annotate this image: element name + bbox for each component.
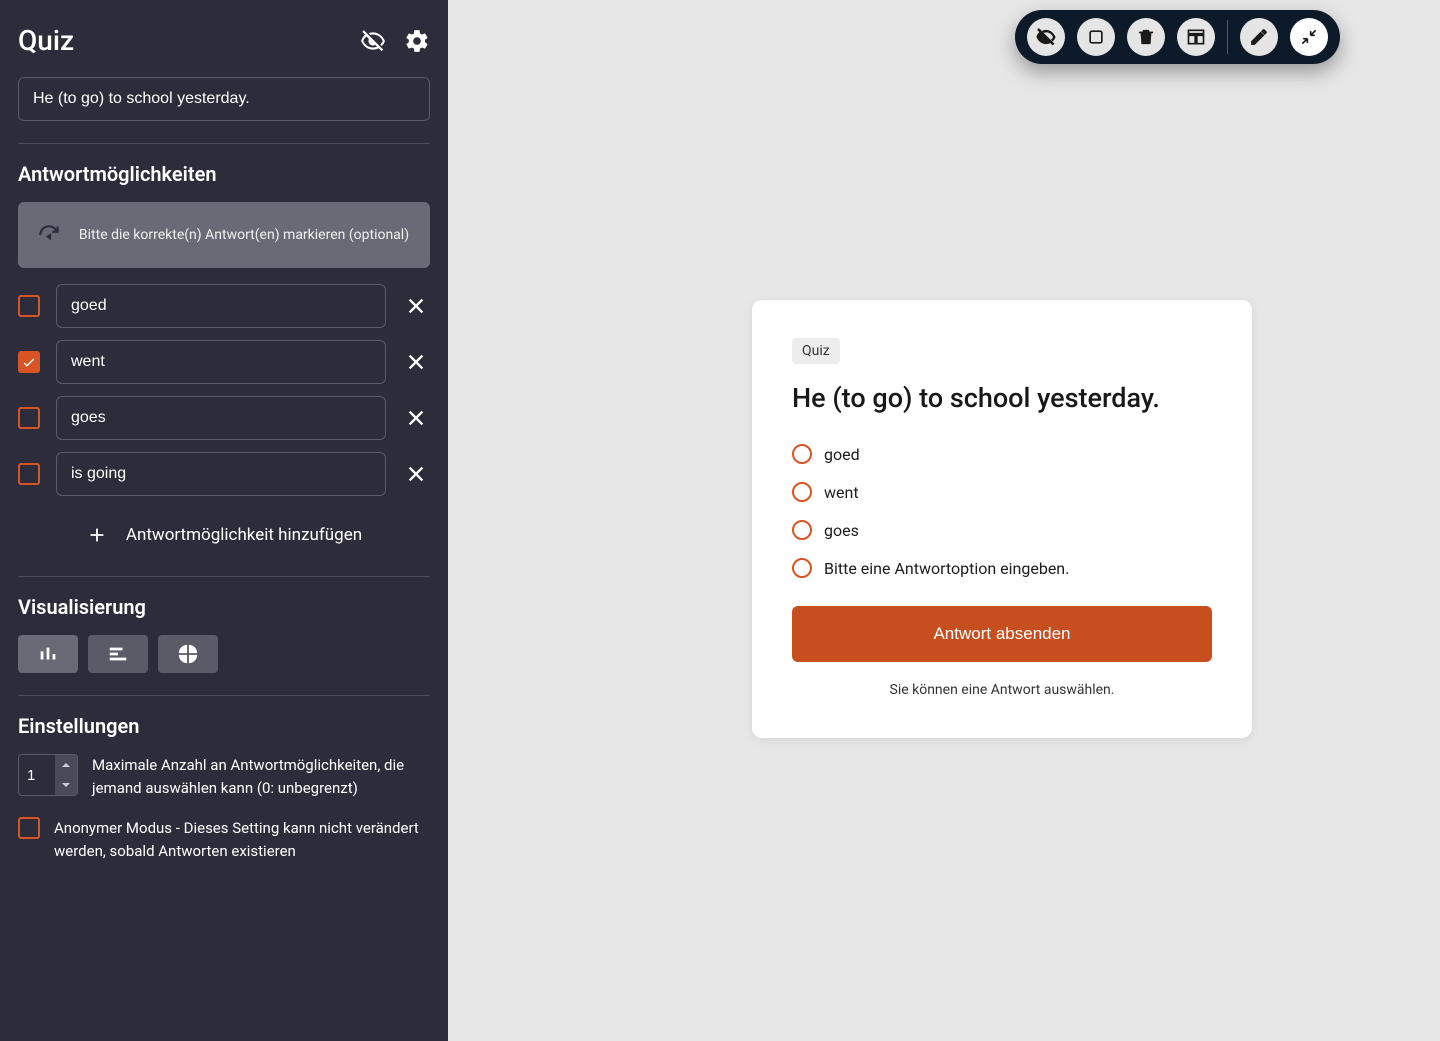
- toolbar-delete-button[interactable]: [1127, 18, 1165, 56]
- quiz-option-label: goed: [824, 445, 860, 464]
- settings-section-title: Einstellungen: [18, 714, 430, 738]
- divider: [18, 143, 430, 144]
- toolbar-grid-button[interactable]: [1177, 18, 1215, 56]
- quiz-badge: Quiz: [792, 338, 840, 364]
- selection-hint: Sie können eine Antwort auswählen.: [792, 682, 1212, 698]
- correct-checkbox[interactable]: [18, 463, 40, 485]
- answer-input[interactable]: [56, 452, 386, 496]
- chevron-up-icon: [61, 760, 71, 770]
- sidebar-header: Quiz: [18, 24, 430, 57]
- correct-checkbox[interactable]: [18, 351, 40, 373]
- remove-answer-button[interactable]: [402, 460, 430, 488]
- quiz-option[interactable]: goed: [792, 444, 1212, 464]
- step-down-button[interactable]: [55, 775, 77, 795]
- bar-chart-horizontal-icon: [107, 643, 129, 665]
- quiz-question: He (to go) to school yesterday.: [792, 382, 1212, 414]
- quiz-option[interactable]: goes: [792, 520, 1212, 540]
- quiz-option[interactable]: Bitte eine Antwortoption eingeben.: [792, 558, 1212, 578]
- plus-icon: [86, 524, 108, 546]
- viz-bar-horizontal-button[interactable]: [88, 635, 148, 673]
- radio-icon: [792, 482, 812, 502]
- quiz-preview-card: Quiz He (to go) to school yesterday. goe…: [752, 300, 1252, 738]
- hint-box: Bitte die korrekte(n) Antwort(en) markie…: [18, 202, 430, 268]
- setting-anonymous: Anonymer Modus - Dieses Setting kann nic…: [18, 817, 430, 862]
- chevron-down-icon: [61, 780, 71, 790]
- quiz-option-label: goes: [824, 521, 859, 540]
- edit-icon: [1249, 27, 1269, 47]
- quiz-option[interactable]: went: [792, 482, 1212, 502]
- toolbar-collapse-button[interactable]: [1290, 18, 1328, 56]
- answer-input[interactable]: [56, 340, 386, 384]
- visibility-off-icon[interactable]: [360, 28, 386, 54]
- eye-off-icon: [1036, 27, 1056, 47]
- hint-text: Bitte die korrekte(n) Antwort(en) markie…: [76, 227, 412, 243]
- anonymous-checkbox[interactable]: [18, 817, 40, 839]
- answer-input[interactable]: [56, 396, 386, 440]
- toolbar-edit-button[interactable]: [1240, 18, 1278, 56]
- answer-row: [18, 396, 430, 440]
- answer-row: [18, 284, 430, 328]
- divider: [18, 695, 430, 696]
- collapse-icon: [1299, 27, 1319, 47]
- quiz-option-label: went: [824, 483, 859, 502]
- remove-answer-button[interactable]: [402, 292, 430, 320]
- step-up-button[interactable]: [55, 755, 77, 775]
- floating-toolbar: [1015, 10, 1340, 64]
- toolbar-stop-button[interactable]: [1077, 18, 1115, 56]
- quiz-options: goed went goes Bitte eine Antwortoption …: [792, 444, 1212, 578]
- max-answers-input[interactable]: [19, 755, 55, 795]
- remove-answer-button[interactable]: [402, 348, 430, 376]
- viz-section-title: Visualisierung: [18, 595, 430, 619]
- grid-icon: [1186, 27, 1206, 47]
- setting-max-answers: Maximale Anzahl an Antwortmöglichkeiten,…: [18, 754, 430, 799]
- add-answer-label: Antwortmöglichkeit hinzufügen: [126, 525, 362, 545]
- preview-canvas: Quiz He (to go) to school yesterday. goe…: [448, 0, 1440, 1041]
- answer-input[interactable]: [56, 284, 386, 328]
- max-answers-stepper[interactable]: [18, 754, 78, 796]
- toolbar-visibility-button[interactable]: [1027, 18, 1065, 56]
- pie-chart-icon: [177, 643, 199, 665]
- radio-icon: [792, 520, 812, 540]
- correct-checkbox[interactable]: [18, 407, 40, 429]
- remove-answer-button[interactable]: [402, 404, 430, 432]
- max-answers-label: Maximale Anzahl an Antwortmöglichkeiten,…: [92, 754, 430, 799]
- viz-bar-vertical-button[interactable]: [18, 635, 78, 673]
- submit-answer-button[interactable]: Antwort absenden: [792, 606, 1212, 662]
- answers-section-title: Antwortmöglichkeiten: [18, 162, 430, 186]
- anonymous-label: Anonymer Modus - Dieses Setting kann nic…: [54, 817, 430, 862]
- quiz-option-label: Bitte eine Antwortoption eingeben.: [824, 559, 1069, 578]
- toolbar-separator: [1227, 20, 1228, 54]
- divider: [18, 576, 430, 577]
- viz-pie-button[interactable]: [158, 635, 218, 673]
- curved-arrow-icon: [36, 222, 62, 248]
- correct-checkbox[interactable]: [18, 295, 40, 317]
- radio-icon: [792, 444, 812, 464]
- sidebar: Quiz Antwortmöglichkeiten Bitte die korr…: [0, 0, 448, 1041]
- page-title: Quiz: [18, 24, 74, 57]
- bar-chart-icon: [37, 643, 59, 665]
- question-input[interactable]: [18, 77, 430, 121]
- answer-row: [18, 452, 430, 496]
- square-icon: [1086, 27, 1106, 47]
- add-answer-button[interactable]: Antwortmöglichkeit hinzufügen: [18, 508, 430, 554]
- radio-icon: [792, 558, 812, 578]
- trash-icon: [1136, 27, 1156, 47]
- gear-icon[interactable]: [404, 28, 430, 54]
- answer-row: [18, 340, 430, 384]
